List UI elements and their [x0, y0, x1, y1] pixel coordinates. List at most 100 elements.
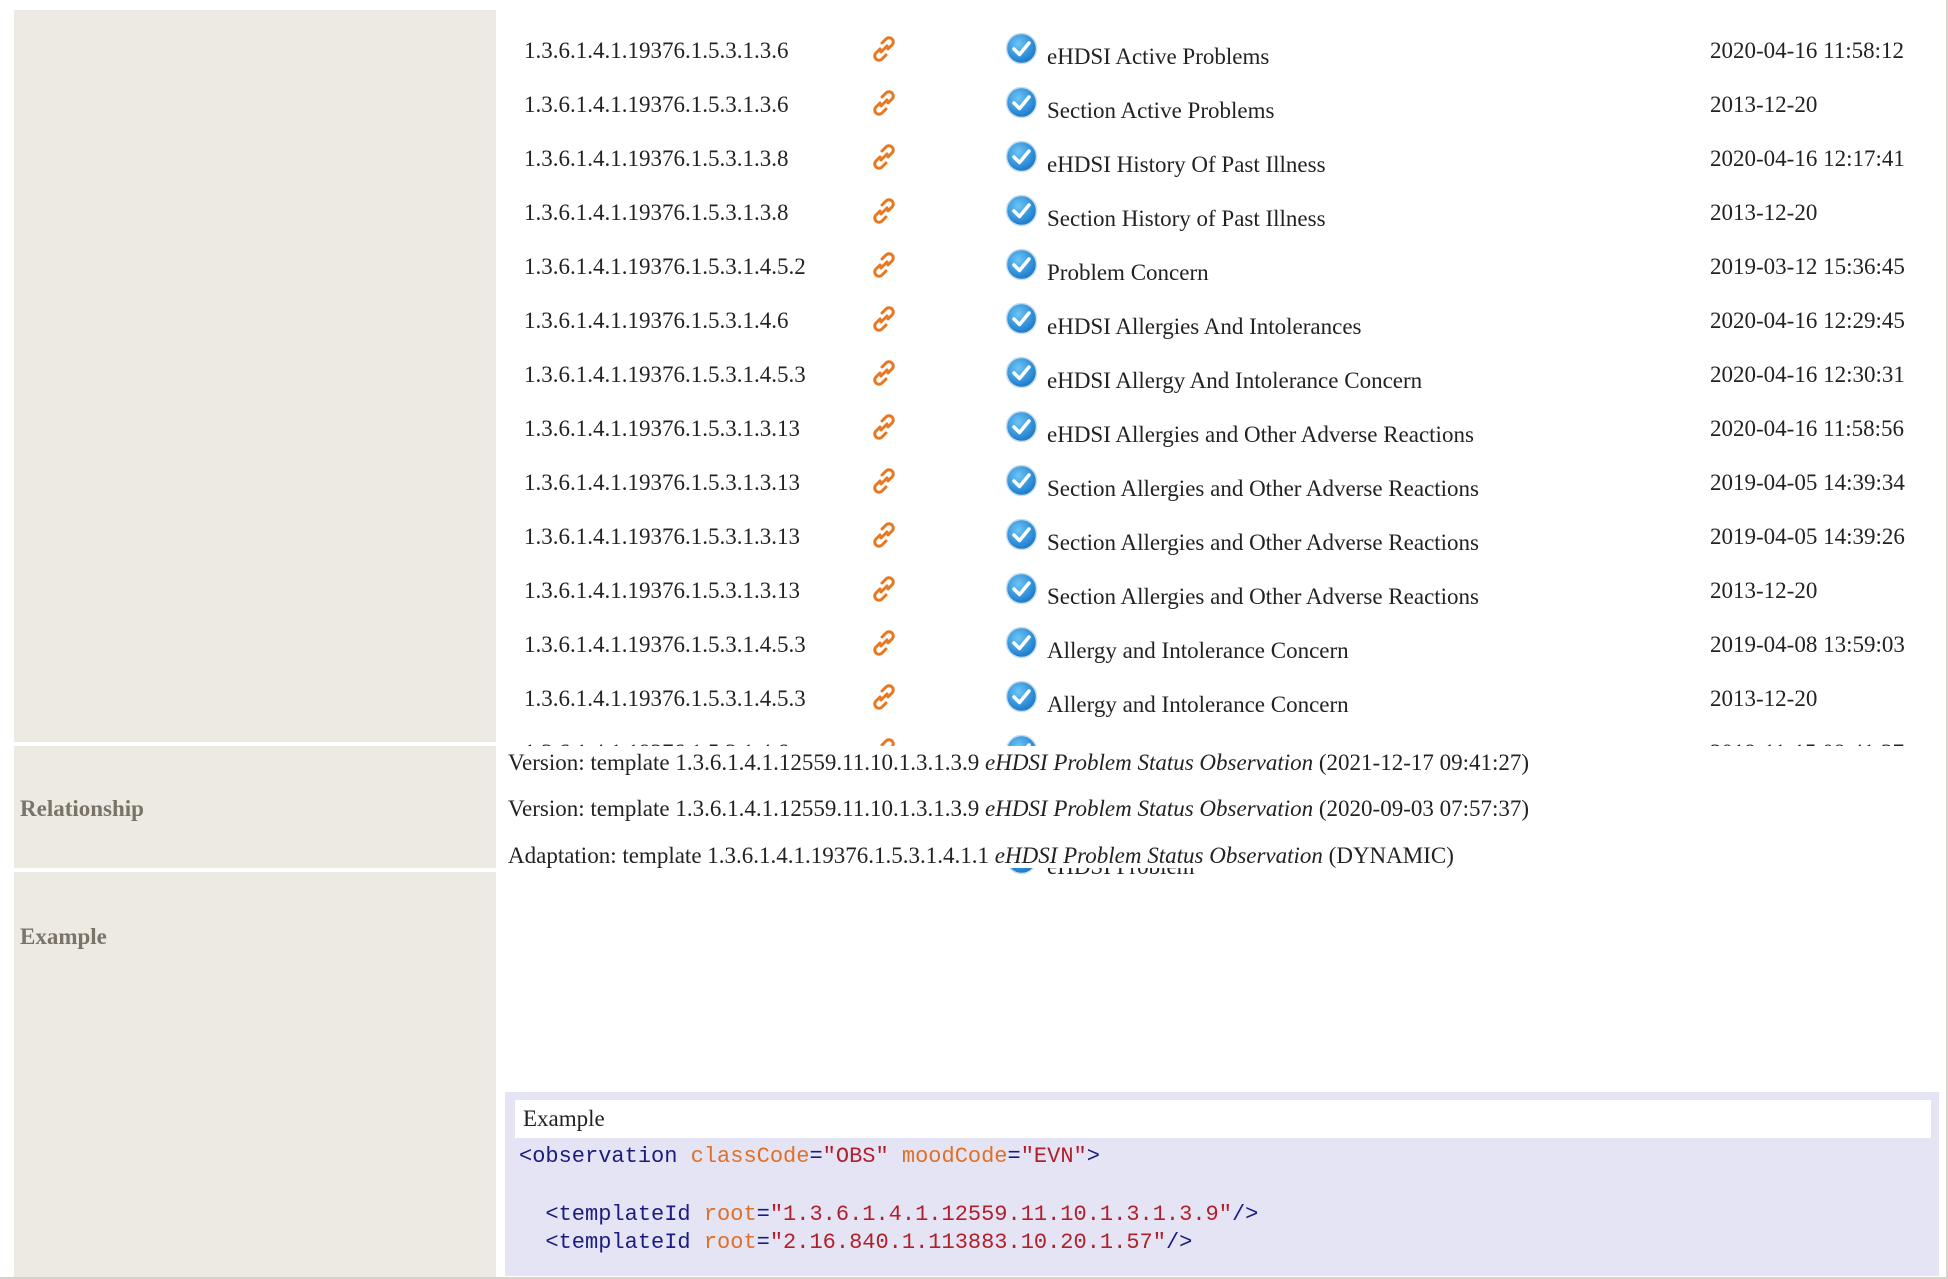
template-oid: 1.3.6.1.4.1.19376.1.5.3.1.4.6	[524, 308, 789, 333]
chain-link-icon[interactable]	[870, 413, 898, 441]
table-row: 1.3.6.1.4.1.19376.1.5.3.1.4.6 eHDSI Aller…	[500, 300, 1940, 354]
template-oid: 1.3.6.1.4.1.19376.1.5.3.1.3.13	[524, 578, 800, 603]
template-oid: 1.3.6.1.4.1.19376.1.5.3.1.4.5.3	[524, 362, 806, 387]
effective-date: 2013-12-20	[1710, 578, 1818, 603]
template-oid: 1.3.6.1.4.1.19376.1.5.3.1.3.13	[524, 524, 800, 549]
checkmark-circle-icon	[1005, 518, 1038, 551]
checkmark-circle-icon	[1005, 626, 1038, 659]
chain-link-icon[interactable]	[870, 35, 898, 63]
chain-link-icon[interactable]	[870, 305, 898, 333]
template-name[interactable]: eHDSI Allergies And Intolerances	[1047, 314, 1361, 340]
chain-link-icon[interactable]	[870, 143, 898, 171]
template-name[interactable]: Section Allergies and Other Adverse Reac…	[1047, 530, 1479, 556]
chain-link-icon[interactable]	[870, 629, 898, 657]
relationship-suffix: (2020-09-03 07:57:37)	[1318, 796, 1530, 821]
effective-date: 2019-04-05 14:39:26	[1710, 524, 1905, 549]
template-oid: 1.3.6.1.4.1.19376.1.5.3.1.3.8	[524, 200, 789, 225]
code-tag: <templateId	[545, 1202, 691, 1227]
effective-date: 2020-04-16 12:30:31	[1710, 362, 1905, 387]
template-name[interactable]: eHDSI Allergies and Other Adverse Reacti…	[1047, 422, 1474, 448]
relationship-suffix: (DYNAMIC)	[1328, 843, 1454, 868]
table-row: 1.3.6.1.4.1.19376.1.5.3.1.3.8 Section His…	[500, 192, 1940, 246]
template-name[interactable]: eHDSI History Of Past Illness	[1047, 152, 1326, 178]
relationship-cell: Version: template 1.3.6.1.4.1.12559.11.1…	[500, 746, 1940, 868]
template-name[interactable]: Section Allergies and Other Adverse Reac…	[1047, 476, 1479, 502]
chain-link-icon[interactable]	[870, 521, 898, 549]
example-label: Example	[20, 924, 107, 949]
table-row: 1.3.6.1.4.1.19376.1.5.3.1.3.8 eHDSI Histo…	[500, 138, 1940, 192]
chain-link-icon[interactable]	[870, 683, 898, 711]
chain-link-icon[interactable]	[870, 89, 898, 117]
code-attribute: root	[703, 1230, 757, 1255]
table-row: 1.3.6.1.4.1.19376.1.5.3.1.3.6 Section Act…	[500, 84, 1940, 138]
example-label-cell: Example	[14, 872, 496, 1277]
template-oid: 1.3.6.1.4.1.19376.1.5.3.1.4.5.3	[524, 632, 806, 657]
template-name[interactable]: Section History of Past Illness	[1047, 206, 1326, 232]
checkmark-circle-icon	[1005, 302, 1038, 335]
code-value: "OBS"	[822, 1144, 889, 1169]
code-attribute: classCode	[690, 1144, 810, 1169]
code-tag: />	[1231, 1202, 1259, 1227]
code-value: "EVN"	[1020, 1144, 1087, 1169]
checkmark-circle-icon	[1005, 194, 1038, 227]
chain-link-icon[interactable]	[870, 467, 898, 495]
table-row: 1.3.6.1.4.1.19376.1.5.3.1.4.5.2 Problem C…	[500, 246, 1940, 300]
effective-date: 2020-04-16 11:58:12	[1710, 38, 1904, 63]
checkmark-circle-icon	[1005, 248, 1038, 281]
chain-link-icon[interactable]	[870, 251, 898, 279]
chain-link-icon[interactable]	[870, 197, 898, 225]
relationship-line[interactable]: Version: template 1.3.6.1.4.1.12559.11.1…	[508, 796, 1529, 822]
relationship-label-cell: Relationship	[14, 746, 496, 868]
table-row: 1.3.6.1.4.1.19376.1.5.3.1.3.13 Section Al…	[500, 516, 1940, 570]
template-oid: 1.3.6.1.4.1.19376.1.5.3.1.3.13	[524, 470, 800, 495]
template-name[interactable]: eHDSI Allergy And Intolerance Concern	[1047, 368, 1422, 394]
template-oid: 1.3.6.1.4.1.19376.1.5.3.1.3.13	[524, 416, 800, 441]
example-box-title: Example	[515, 1100, 1931, 1138]
uses-table: 1.3.6.1.4.1.19376.1.5.3.1.3.6 eHDSI Activ…	[500, 10, 1940, 879]
chain-link-icon[interactable]	[870, 575, 898, 603]
relationship-prefix: Version: template 1.3.6.1.4.1.12559.11.1…	[508, 750, 980, 775]
checkmark-circle-icon	[1005, 410, 1038, 443]
template-oid: 1.3.6.1.4.1.19376.1.5.3.1.4.5.3	[524, 686, 806, 711]
code-line: <observation classCode="OBS" moodCode="E…	[519, 1144, 1100, 1169]
effective-date: 2013-12-20	[1710, 200, 1818, 225]
relationship-template-name[interactable]: eHDSI Problem Status Observation	[985, 750, 1313, 775]
effective-date: 2020-04-16 12:17:41	[1710, 146, 1905, 171]
checkmark-circle-icon	[1005, 32, 1038, 65]
relationship-prefix: Adaptation: template 1.3.6.1.4.1.19376.1…	[508, 843, 990, 868]
checkmark-circle-icon	[1005, 140, 1038, 173]
effective-date: 2019-04-08 13:59:03	[1710, 632, 1905, 657]
relationship-template-name[interactable]: eHDSI Problem Status Observation	[985, 796, 1313, 821]
table-row: 1.3.6.1.4.1.19376.1.5.3.1.4.5.3 Allergy a…	[500, 678, 1940, 732]
relationship-line[interactable]: Adaptation: template 1.3.6.1.4.1.19376.1…	[508, 843, 1454, 869]
relationship-line[interactable]: Version: template 1.3.6.1.4.1.12559.11.1…	[508, 750, 1529, 776]
effective-date: 2013-12-20	[1710, 686, 1818, 711]
relationship-label: Relationship	[20, 796, 144, 821]
effective-date: 2013-12-20	[1710, 92, 1818, 117]
template-name[interactable]: Allergy and Intolerance Concern	[1047, 692, 1349, 718]
table-row: 1.3.6.1.4.1.19376.1.5.3.1.3.13 Section Al…	[500, 462, 1940, 516]
checkmark-circle-icon	[1005, 356, 1038, 389]
relationship-suffix: (2021-12-17 09:41:27)	[1318, 750, 1530, 775]
template-name[interactable]: eHDSI Active Problems	[1047, 44, 1269, 70]
code-line: <templateId root="2.16.840.1.113883.10.2…	[545, 1230, 1193, 1255]
template-name[interactable]: Allergy and Intolerance Concern	[1047, 638, 1349, 664]
checkmark-circle-icon	[1005, 86, 1038, 119]
table-row: 1.3.6.1.4.1.19376.1.5.3.1.3.6 eHDSI Activ…	[500, 30, 1940, 84]
checkmark-circle-icon	[1005, 680, 1038, 713]
table-row: 1.3.6.1.4.1.19376.1.5.3.1.3.13 eHDSI Alle…	[500, 408, 1940, 462]
effective-date: 2019-04-05 14:39:34	[1710, 470, 1905, 495]
template-name[interactable]: Section Allergies and Other Adverse Reac…	[1047, 584, 1479, 610]
effective-date: 2020-04-16 12:29:45	[1710, 308, 1905, 333]
code-tag: >	[1086, 1144, 1100, 1169]
table-row: 1.3.6.1.4.1.19376.1.5.3.1.3.13 Section Al…	[500, 570, 1940, 624]
template-name[interactable]: Section Active Problems	[1047, 98, 1274, 124]
chain-link-icon[interactable]	[870, 359, 898, 387]
checkmark-circle-icon	[1005, 572, 1038, 605]
uses-label-cell	[14, 10, 496, 742]
relationship-prefix: Version: template 1.3.6.1.4.1.12559.11.1…	[508, 796, 980, 821]
code-tag: <observation	[519, 1144, 678, 1169]
relationship-template-name[interactable]: eHDSI Problem Status Observation	[995, 843, 1323, 868]
template-name[interactable]: Problem Concern	[1047, 260, 1209, 286]
template-oid: 1.3.6.1.4.1.19376.1.5.3.1.3.6	[524, 38, 789, 63]
